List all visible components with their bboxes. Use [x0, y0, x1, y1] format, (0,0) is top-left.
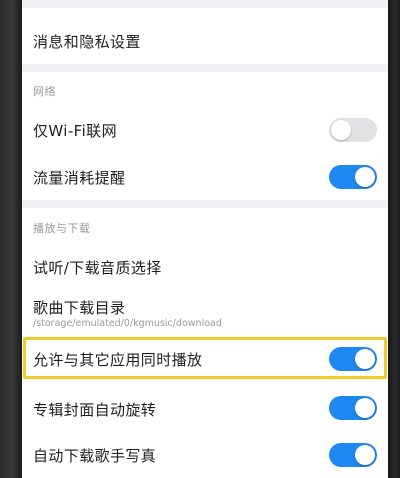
artist-photo-row[interactable]: 自动下载歌手写真: [22, 431, 388, 478]
data-usage-label: 流量消耗提醒: [33, 169, 126, 187]
toggle-knob: [331, 120, 351, 140]
audio-quality-row[interactable]: 试听/下载音质选择: [22, 244, 388, 288]
wifi-only-row[interactable]: 仅Wi-Fi联网: [22, 106, 388, 154]
download-directory-path: /storage/emulated/0/kgmusic/download: [33, 318, 222, 329]
concurrent-playback-toggle[interactable]: [329, 347, 377, 371]
download-directory-row[interactable]: 歌曲下载目录 /storage/emulated/0/kgmusic/downl…: [22, 288, 388, 336]
wifi-only-label: 仅Wi-Fi联网: [33, 122, 117, 140]
download-directory-label: 歌曲下载目录: [33, 299, 126, 317]
section-divider: [22, 200, 388, 208]
album-rotate-toggle[interactable]: [329, 396, 377, 420]
wifi-only-toggle[interactable]: [329, 118, 377, 142]
concurrent-playback-row[interactable]: 允许与其它应用同时播放: [22, 337, 388, 380]
data-usage-toggle[interactable]: [329, 165, 377, 189]
toggle-knob: [355, 349, 375, 369]
network-section-title: 网络: [33, 85, 56, 98]
privacy-settings-row[interactable]: 消息和隐私设置: [22, 8, 388, 64]
settings-screen: 消息和隐私设置 网络 仅Wi-Fi联网 流量消耗提醒 播放与下载 试听/下载音质…: [22, 0, 388, 478]
download-section-title: 播放与下载: [33, 222, 91, 235]
network-section-header: 网络: [22, 72, 388, 106]
privacy-settings-label: 消息和隐私设置: [33, 33, 141, 51]
data-usage-row[interactable]: 流量消耗提醒: [22, 154, 388, 200]
section-divider: [22, 64, 388, 72]
section-divider: [22, 0, 388, 8]
phone-bezel-right: [388, 0, 400, 478]
phone-bezel-left: [0, 0, 22, 478]
artist-photo-toggle[interactable]: [329, 443, 377, 467]
download-section-header: 播放与下载: [22, 208, 388, 244]
toggle-knob: [355, 167, 375, 187]
audio-quality-label: 试听/下载音质选择: [33, 259, 162, 277]
artist-photo-label: 自动下载歌手写真: [33, 447, 157, 465]
album-rotate-row[interactable]: 专辑封面自动旋转: [22, 385, 388, 431]
toggle-knob: [355, 398, 375, 418]
toggle-knob: [355, 445, 375, 465]
concurrent-playback-label: 允许与其它应用同时播放: [33, 351, 203, 369]
album-rotate-label: 专辑封面自动旋转: [33, 401, 157, 419]
